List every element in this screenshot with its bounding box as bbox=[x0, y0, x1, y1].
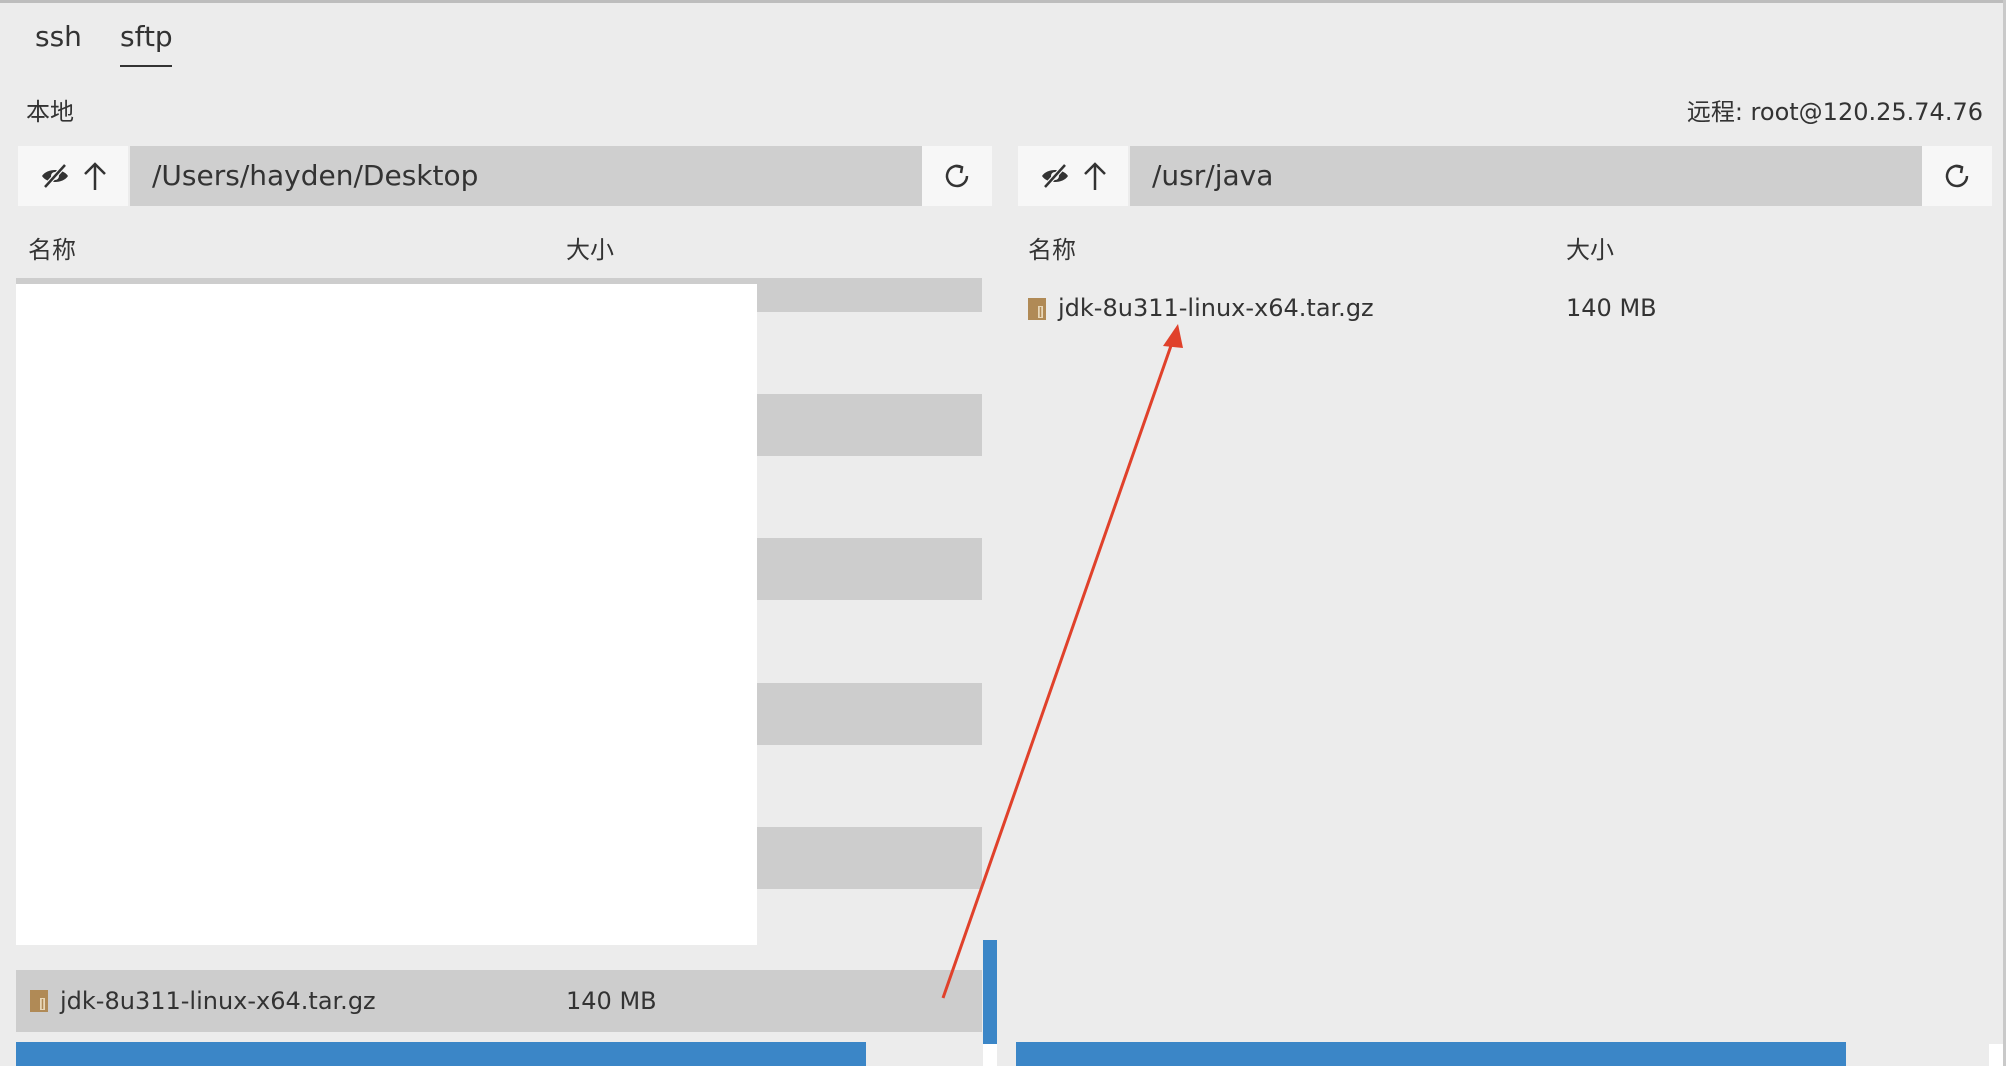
hide-hidden-files-icon[interactable] bbox=[40, 162, 70, 190]
archive-icon bbox=[1028, 298, 1046, 320]
refresh-icon bbox=[945, 164, 969, 188]
local-vertical-scrollbar[interactable] bbox=[983, 940, 997, 1044]
local-refresh-button[interactable] bbox=[922, 146, 992, 206]
redacted-overlay bbox=[16, 284, 757, 945]
remote-toolbar: /usr/java bbox=[1018, 146, 1992, 206]
refresh-icon bbox=[1945, 164, 1969, 188]
local-toolbar: /Users/hayden/Desktop bbox=[18, 146, 992, 206]
remote-toolbar-buttons bbox=[1018, 146, 1128, 206]
remote-column-name[interactable]: 名称 bbox=[1028, 230, 1076, 265]
remote-horizontal-scrollbar[interactable] bbox=[1016, 1042, 1846, 1066]
scroll-corner bbox=[1989, 1044, 2003, 1066]
parent-directory-icon[interactable] bbox=[1082, 160, 1108, 192]
file-size: 140 MB bbox=[566, 987, 657, 1015]
tab-sftp[interactable]: sftp bbox=[120, 20, 173, 53]
remote-refresh-button[interactable] bbox=[1922, 146, 1992, 206]
local-column-name[interactable]: 名称 bbox=[28, 230, 76, 265]
active-tab-indicator bbox=[120, 65, 172, 67]
file-name: jdk-8u311-linux-x64.tar.gz bbox=[60, 987, 376, 1015]
hide-hidden-files-icon[interactable] bbox=[1040, 162, 1070, 190]
remote-column-size[interactable]: 大小 bbox=[1566, 230, 1614, 265]
remote-path-input[interactable]: /usr/java bbox=[1130, 146, 1934, 206]
local-column-size[interactable]: 大小 bbox=[566, 230, 614, 265]
local-toolbar-buttons bbox=[18, 146, 128, 206]
file-name: jdk-8u311-linux-x64.tar.gz bbox=[1058, 294, 1374, 322]
file-size: 140 MB bbox=[1566, 294, 1657, 322]
remote-label: 远程: root@120.25.74.76 bbox=[1686, 98, 1983, 126]
local-path-input[interactable]: /Users/hayden/Desktop bbox=[130, 146, 934, 206]
archive-icon bbox=[30, 990, 48, 1012]
local-label: 本地 bbox=[26, 98, 74, 126]
local-horizontal-scrollbar[interactable] bbox=[16, 1042, 866, 1066]
window-top-border bbox=[0, 0, 2006, 3]
local-file-row[interactable]: jdk-8u311-linux-x64.tar.gz 140 MB bbox=[16, 970, 982, 1032]
tab-ssh[interactable]: ssh bbox=[35, 20, 82, 53]
parent-directory-icon[interactable] bbox=[82, 160, 108, 192]
scroll-corner bbox=[983, 1044, 997, 1066]
remote-file-row[interactable]: jdk-8u311-linux-x64.tar.gz 140 MB bbox=[1018, 278, 1988, 340]
